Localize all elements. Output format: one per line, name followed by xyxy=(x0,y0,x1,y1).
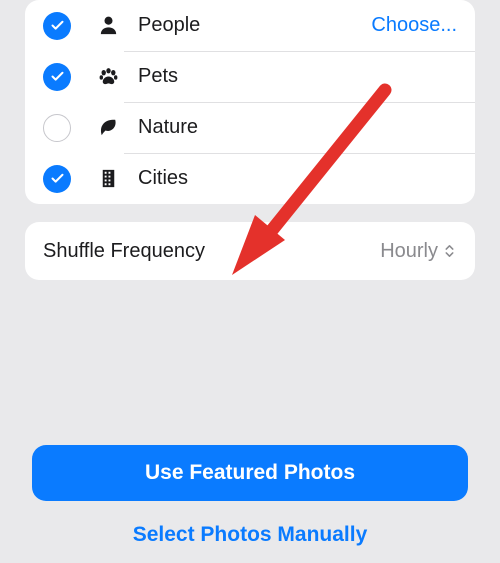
checkmark-icon[interactable] xyxy=(43,165,71,193)
person-icon xyxy=(93,14,123,37)
category-row-cities[interactable]: Cities xyxy=(25,153,475,204)
category-label: People xyxy=(138,14,371,37)
category-label: Nature xyxy=(138,116,457,139)
use-featured-photos-button[interactable]: Use Featured Photos xyxy=(32,445,468,501)
chevron-up-down-icon xyxy=(442,242,457,260)
category-label: Cities xyxy=(138,167,457,190)
categories-card: People Choose... Pets Nature Cities xyxy=(25,0,475,204)
leaf-icon xyxy=(93,116,123,139)
paw-icon xyxy=(93,65,123,88)
select-photos-manually-button[interactable]: Select Photos Manually xyxy=(0,521,500,549)
category-label: Pets xyxy=(138,65,457,88)
shuffle-frequency-row[interactable]: Shuffle Frequency Hourly xyxy=(25,222,475,280)
checkmark-icon[interactable] xyxy=(43,63,71,91)
shuffle-value-text: Hourly xyxy=(380,240,438,263)
checkmark-icon[interactable] xyxy=(43,12,71,40)
shuffle-label: Shuffle Frequency xyxy=(43,240,380,263)
shuffle-value[interactable]: Hourly xyxy=(380,240,457,263)
category-row-people[interactable]: People Choose... xyxy=(25,0,475,51)
bottom-actions: Use Featured Photos Select Photos Manual… xyxy=(0,445,500,549)
building-icon xyxy=(93,167,123,190)
checkmark-icon[interactable] xyxy=(43,114,71,142)
category-row-pets[interactable]: Pets xyxy=(25,51,475,102)
category-row-nature[interactable]: Nature xyxy=(25,102,475,153)
choose-link[interactable]: Choose... xyxy=(371,14,457,37)
